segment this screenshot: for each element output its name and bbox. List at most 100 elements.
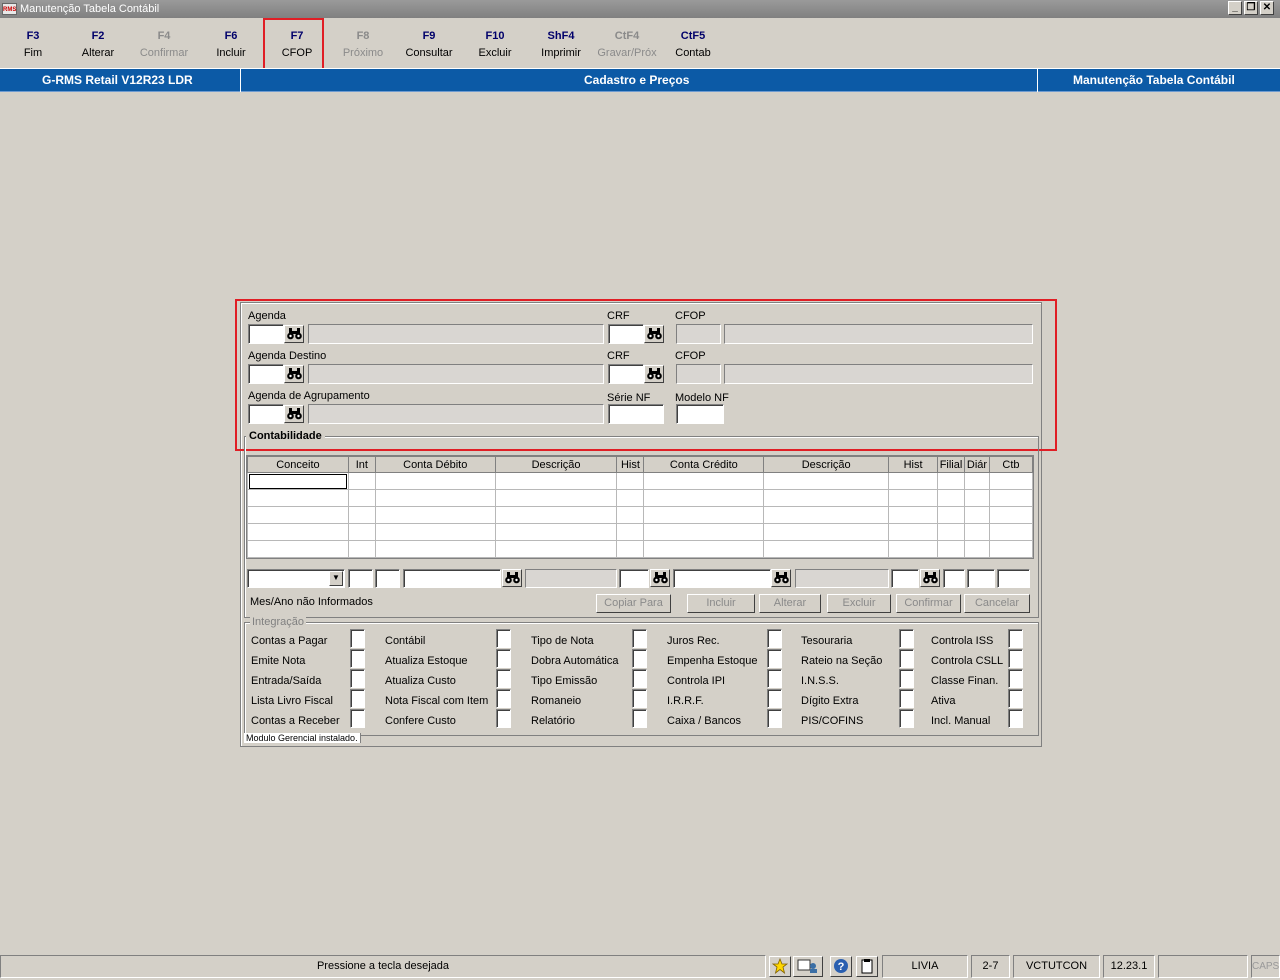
grid-cell[interactable] — [643, 540, 765, 558]
integracao-checkbox[interactable] — [496, 629, 511, 648]
close-button[interactable]: ✕ — [1260, 1, 1274, 15]
fkey-f6-button[interactable]: F6 Incluir — [198, 24, 264, 68]
fkey-f9-button[interactable]: F9 Consultar — [396, 24, 462, 68]
conceito-select[interactable]: ▼ — [247, 569, 345, 588]
grid-cell[interactable] — [347, 540, 376, 558]
grid-cell[interactable] — [888, 540, 939, 558]
grid-cell[interactable] — [247, 540, 349, 558]
integracao-checkbox[interactable] — [350, 649, 365, 668]
grid-cell[interactable] — [763, 472, 890, 490]
grid-cell[interactable] — [763, 506, 890, 524]
chevron-down-icon[interactable]: ▼ — [329, 571, 343, 586]
integracao-checkbox[interactable] — [899, 649, 914, 668]
int-input[interactable] — [348, 569, 373, 588]
conta-debito-search-button[interactable] — [502, 569, 522, 587]
grid-cell[interactable] — [374, 489, 496, 507]
integracao-checkbox[interactable] — [496, 709, 511, 728]
grid-cell[interactable] — [988, 506, 1033, 524]
grid-cell[interactable] — [964, 472, 990, 490]
grid-cell[interactable] — [937, 489, 965, 507]
hist-debito-input[interactable] — [619, 569, 649, 588]
hist-debito-search-button[interactable] — [650, 569, 670, 587]
cancelar-button[interactable]: Cancelar — [964, 594, 1030, 613]
fkey-f8-button[interactable]: F8 Próximo — [330, 24, 396, 68]
grid-cell[interactable] — [347, 472, 376, 490]
grid-cell[interactable] — [374, 540, 496, 558]
grid-cell[interactable] — [494, 472, 618, 490]
grid-cell[interactable] — [643, 506, 765, 524]
grid-cell[interactable] — [643, 523, 765, 541]
grid-cell[interactable] — [494, 506, 618, 524]
integracao-checkbox[interactable] — [496, 649, 511, 668]
integracao-checkbox[interactable] — [350, 689, 365, 708]
incluir-button[interactable]: Incluir — [687, 594, 755, 613]
grid-cell[interactable] — [494, 489, 618, 507]
integracao-checkbox[interactable] — [899, 689, 914, 708]
grid-cell[interactable] — [374, 523, 496, 541]
table-row[interactable] — [247, 489, 1033, 507]
grid-cell[interactable] — [988, 489, 1033, 507]
fkey-f2-button[interactable]: F2 Alterar — [65, 24, 131, 68]
restore-button[interactable]: ❐ — [1244, 1, 1258, 15]
grid-cell[interactable] — [643, 472, 765, 490]
conta-debito-input[interactable] — [403, 569, 501, 588]
integracao-checkbox[interactable] — [767, 649, 782, 668]
integracao-checkbox[interactable] — [1008, 669, 1023, 688]
grid-cell[interactable] — [347, 506, 376, 524]
conta-credito-search-button[interactable] — [771, 569, 791, 587]
integracao-checkbox[interactable] — [632, 649, 647, 668]
integracao-checkbox[interactable] — [899, 629, 914, 648]
grid-cell[interactable] — [937, 472, 965, 490]
integracao-checkbox[interactable] — [350, 669, 365, 688]
integracao-checkbox[interactable] — [496, 689, 511, 708]
alterar-button[interactable]: Alterar — [759, 594, 821, 613]
copiar-para-button[interactable]: Copiar Para — [596, 594, 671, 613]
grid-cell[interactable] — [988, 540, 1033, 558]
grid-cell[interactable] — [374, 506, 496, 524]
grid-cell[interactable] — [247, 523, 349, 541]
integracao-checkbox[interactable] — [1008, 629, 1023, 648]
grid-cell[interactable] — [643, 489, 765, 507]
integracao-checkbox[interactable] — [632, 629, 647, 648]
grid-cell[interactable] — [247, 506, 349, 524]
grid-cell[interactable] — [763, 489, 890, 507]
favorites-star-icon[interactable] — [769, 956, 791, 977]
grid-cell[interactable] — [964, 540, 990, 558]
int2-input[interactable] — [375, 569, 400, 588]
integracao-checkbox[interactable] — [350, 709, 365, 728]
diar-input[interactable] — [967, 569, 995, 588]
grid-cell[interactable] — [347, 489, 376, 507]
grid-cell[interactable] — [964, 489, 990, 507]
grid-cell[interactable] — [937, 523, 965, 541]
grid-cell[interactable] — [616, 523, 645, 541]
grid-cell[interactable] — [247, 489, 349, 507]
grid-cell[interactable] — [988, 472, 1033, 490]
user-screen-icon[interactable] — [793, 956, 823, 977]
table-row[interactable] — [247, 506, 1033, 524]
table-row[interactable] — [247, 523, 1033, 541]
integracao-checkbox[interactable] — [1008, 649, 1023, 668]
integracao-checkbox[interactable] — [899, 669, 914, 688]
grid-cell[interactable] — [616, 540, 645, 558]
grid-cell[interactable] — [616, 472, 645, 490]
fkey-f10-button[interactable]: F10 Excluir — [462, 24, 528, 68]
conta-credito-input[interactable] — [673, 569, 771, 588]
integracao-checkbox[interactable] — [350, 629, 365, 648]
integracao-checkbox[interactable] — [899, 709, 914, 728]
integracao-checkbox[interactable] — [767, 709, 782, 728]
help-icon[interactable]: ? — [830, 956, 852, 977]
ctb-input[interactable] — [997, 569, 1030, 588]
grid-cell[interactable] — [964, 506, 990, 524]
integracao-checkbox[interactable] — [767, 629, 782, 648]
fkey-ctf4-button[interactable]: CtF4 Gravar/Próx — [594, 24, 660, 68]
integracao-checkbox[interactable] — [632, 689, 647, 708]
hist-credito-search-button[interactable] — [920, 569, 940, 587]
fkey-f4-button[interactable]: F4 Confirmar — [131, 24, 197, 68]
grid-cell[interactable] — [888, 523, 939, 541]
hist-credito-input[interactable] — [891, 569, 919, 588]
grid-cell[interactable] — [494, 540, 618, 558]
excluir-button[interactable]: Excluir — [827, 594, 891, 613]
fkey-f3-button[interactable]: F3 Fim — [0, 24, 66, 68]
grid-cell[interactable] — [347, 523, 376, 541]
grid-cell[interactable] — [763, 540, 890, 558]
